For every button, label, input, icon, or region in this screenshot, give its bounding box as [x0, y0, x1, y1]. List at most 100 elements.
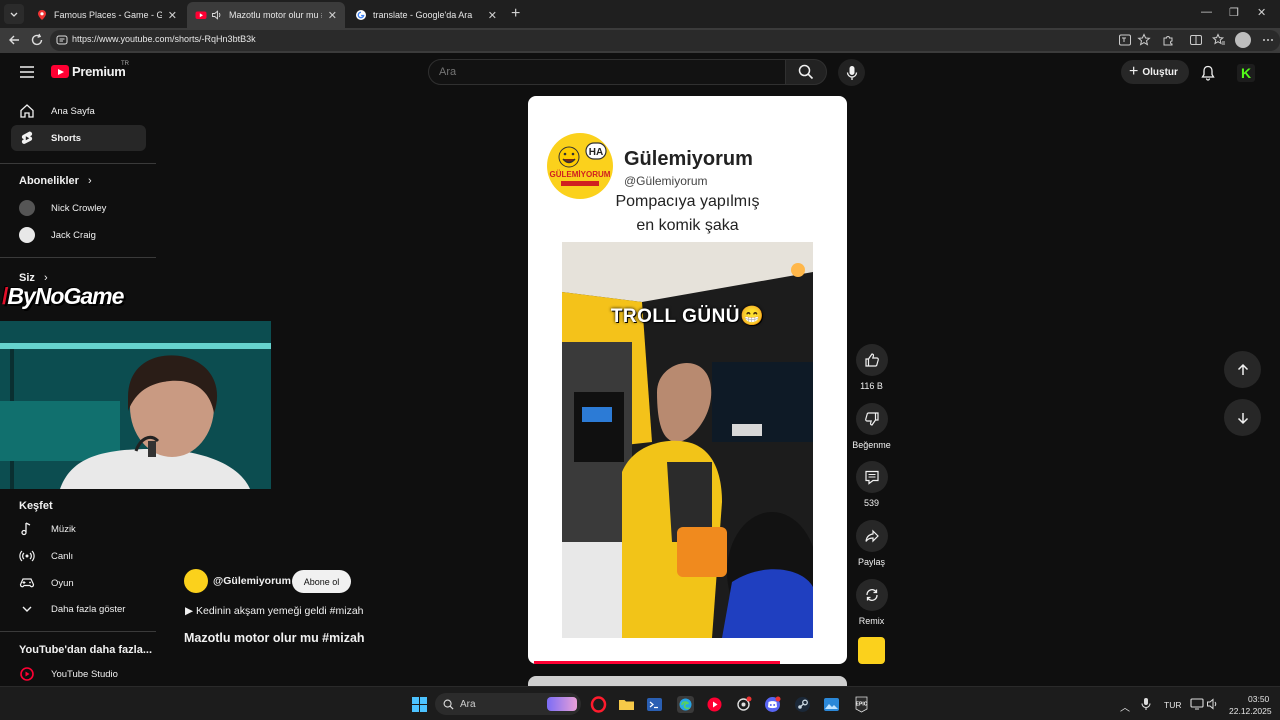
video-overlay-text: TROLL GÜNÜ😁 — [610, 306, 765, 327]
sidebar-item-gaming[interactable]: Oyun — [11, 570, 146, 596]
volume-icon[interactable] — [1206, 697, 1220, 711]
back-arrow-icon[interactable] — [7, 33, 21, 47]
tab-list-button[interactable] — [4, 4, 24, 24]
close-icon[interactable]: ✕ — [168, 9, 177, 22]
steam-icon[interactable] — [794, 696, 811, 713]
thumbs-down-icon — [864, 412, 879, 426]
minimize-button[interactable]: — — [1201, 6, 1212, 18]
taskbar-search[interactable]: Ara — [435, 693, 581, 715]
sidebar-item-music[interactable]: Müzik — [11, 516, 146, 542]
sidebar-item-youtube-studio[interactable]: YouTube Studio — [11, 661, 146, 687]
favorites-icon[interactable] — [1212, 33, 1226, 47]
windows-taskbar: Ara EPIC ︿ TUR 03:50 22.12.2025 — [0, 686, 1280, 720]
close-icon[interactable]: ✕ — [488, 9, 497, 22]
share-icon — [864, 529, 879, 543]
speaker-icon[interactable] — [211, 9, 223, 21]
share-label: Paylaş — [857, 557, 885, 567]
youtube-logo[interactable]: Premium TR — [51, 61, 129, 79]
youtube-music-icon[interactable] — [706, 696, 723, 713]
tab-title: Famous Places - Game - GeoGuessr — [54, 10, 162, 20]
split-screen-icon[interactable] — [1189, 33, 1203, 47]
create-button[interactable]: + Oluştur — [1121, 60, 1189, 84]
previous-short-button[interactable] — [1224, 351, 1261, 388]
bynogame-overlay-logo: /ByNoGame — [2, 283, 124, 309]
sidebar-item-jack-craig[interactable]: Jack Craig — [11, 222, 146, 248]
channel-avatar[interactable] — [184, 569, 208, 593]
settings-gear-icon[interactable] — [735, 696, 752, 713]
subscribe-button[interactable]: Abone ol — [292, 570, 351, 593]
file-explorer-icon[interactable] — [618, 696, 635, 713]
like-button[interactable]: 116 B — [855, 344, 888, 391]
new-tab-button[interactable]: + — [511, 5, 520, 23]
photos-icon[interactable] — [823, 696, 840, 713]
tab-geoguessr[interactable]: Famous Places - Game - GeoGuessr ✕ — [28, 2, 185, 28]
translate-icon[interactable] — [1118, 33, 1132, 47]
epic-games-icon[interactable]: EPIC — [853, 696, 870, 713]
short-video-player[interactable]: HA GÜLEMİYORUM Gülemiyorum @Gülemiyorum … — [528, 96, 847, 664]
opera-icon[interactable] — [590, 696, 607, 713]
google-icon — [356, 10, 366, 20]
url-text[interactable]: https://www.youtube.com/shorts/-RqHn3btB… — [72, 34, 256, 44]
sidebar-item-show-more[interactable]: Daha fazla göster — [11, 596, 146, 622]
edge-browser-icon[interactable] — [677, 696, 694, 713]
like-count: 116 B — [860, 381, 883, 391]
dislike-button[interactable]: Beğenme — [852, 403, 891, 450]
tab-google[interactable]: translate - Google'da Ara ✕ — [347, 2, 505, 28]
share-button[interactable]: Paylaş — [855, 520, 888, 567]
comments-button[interactable]: 539 — [855, 461, 888, 508]
subscriptions-header[interactable]: Abonelikler › — [19, 175, 92, 187]
microphone-icon[interactable] — [1139, 697, 1153, 711]
sidebar-item-shorts[interactable]: Shorts — [11, 125, 146, 151]
more-options-icon[interactable] — [1261, 33, 1275, 47]
restore-button[interactable]: ❐ — [1229, 6, 1239, 19]
notifications-bell-icon[interactable] — [1200, 65, 1216, 81]
profile-avatar[interactable] — [1235, 32, 1251, 48]
video-progress-bar[interactable] — [534, 661, 780, 664]
star-icon[interactable] — [1137, 33, 1151, 47]
network-icon[interactable] — [1190, 697, 1204, 711]
sidebar-item-label: Jack Craig — [51, 229, 96, 241]
logo-badge-text: HA — [589, 147, 603, 158]
extensions-icon[interactable] — [1161, 33, 1175, 47]
site-info-icon[interactable] — [56, 34, 68, 46]
sidebar-item-home[interactable]: Ana Sayfa — [11, 98, 146, 124]
menu-icon[interactable] — [20, 66, 34, 78]
sidebar-item-label: Ana Sayfa — [51, 105, 95, 117]
remix-button[interactable]: Remix — [855, 579, 888, 626]
sidebar-divider — [0, 163, 156, 164]
powershell-icon[interactable] — [646, 696, 663, 713]
next-short-preview[interactable] — [528, 676, 847, 686]
next-short-button[interactable] — [1224, 399, 1261, 436]
language-indicator[interactable]: TUR — [1164, 700, 1181, 710]
youtube-header: Premium TR + Oluştur K — [0, 53, 1280, 93]
sidebar-item-label: Müzik — [51, 523, 76, 535]
discord-icon[interactable] — [764, 696, 781, 713]
sidebar-item-live[interactable]: Canlı — [11, 543, 146, 569]
studio-icon — [19, 666, 35, 682]
sidebar-item-nick-crowley[interactable]: Nick Crowley — [11, 195, 146, 221]
video-title: Mazotlu motor olur mu #mizah — [184, 631, 365, 645]
kick-extension-icon[interactable]: K — [1237, 64, 1255, 82]
home-icon — [19, 103, 35, 119]
video-description-link[interactable]: ▶ Kedinin akşam yemeği geldi #mizah — [185, 605, 364, 617]
sidebar-item-label: Shorts — [51, 132, 82, 144]
clock-time[interactable]: 03:50 — [1248, 694, 1269, 704]
chevron-up-icon[interactable]: ︿ — [1120, 699, 1130, 714]
close-window-button[interactable]: ✕ — [1257, 6, 1266, 19]
reload-icon[interactable] — [30, 33, 44, 47]
sidebar-item-label: YouTube Studio — [51, 668, 118, 680]
remix-icon — [865, 589, 878, 601]
voice-search-button[interactable] — [838, 59, 865, 86]
close-icon[interactable]: ✕ — [328, 9, 337, 22]
video-frame: TROLL GÜNÜ😁 — [562, 242, 813, 638]
youtube-play-icon — [51, 65, 69, 78]
clock-date[interactable]: 22.12.2025 — [1229, 706, 1272, 716]
search-button[interactable] — [785, 59, 827, 85]
tab-youtube[interactable]: Mazotlu motor olur mu #mizah ✕ — [187, 2, 345, 28]
sound-thumbnail[interactable] — [858, 637, 885, 664]
windows-start-icon[interactable] — [411, 696, 428, 713]
channel-handle-link[interactable]: @Gülemiyorum — [213, 575, 291, 587]
search-input[interactable] — [439, 66, 769, 78]
logo-text: Premium — [72, 64, 126, 79]
search-icon — [798, 64, 814, 80]
